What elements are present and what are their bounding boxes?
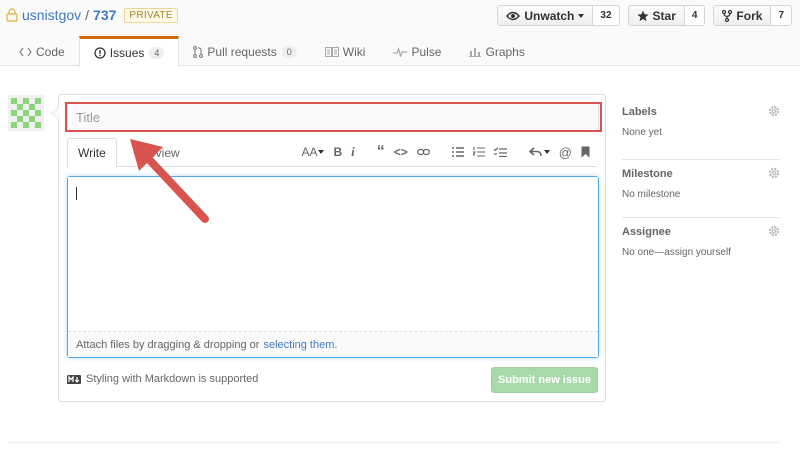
bold-button[interactable]: B xyxy=(330,145,345,159)
repo-actions: Unwatch 32 Star 4 Fork 7 xyxy=(497,5,800,26)
list-unordered-icon xyxy=(451,147,464,157)
link-button[interactable] xyxy=(414,148,433,156)
assignee-value[interactable]: No one—assign yourself xyxy=(622,247,731,258)
issues-count-badge: 4 xyxy=(149,46,165,59)
reply-icon xyxy=(528,147,542,157)
task-list-button[interactable] xyxy=(491,147,510,157)
sidebar-milestone: Milestone No milestone xyxy=(622,160,780,218)
gear-icon[interactable] xyxy=(768,225,780,237)
issue-icon xyxy=(94,46,106,59)
repo-owner-link[interactable]: usnistgov xyxy=(22,7,81,23)
milestone-value: No milestone xyxy=(622,189,681,200)
tab-pull-requests[interactable]: Pull requests 0 xyxy=(179,36,310,67)
fork-button[interactable]: Fork xyxy=(713,5,772,26)
watch-count[interactable]: 32 xyxy=(593,5,620,26)
task-list-icon xyxy=(493,147,507,157)
list-ordered-icon xyxy=(472,147,485,157)
graph-icon xyxy=(469,48,482,57)
comment-body-field[interactable]: Attach files by dragging & dropping or s… xyxy=(67,176,599,358)
tab-pulse[interactable]: Pulse xyxy=(379,36,455,67)
repo-name-link[interactable]: 737 xyxy=(93,7,116,23)
tab-wiki-label: Wiki xyxy=(342,44,366,59)
tab-code[interactable]: Code xyxy=(5,36,79,67)
tab-pulse-label: Pulse xyxy=(411,44,442,59)
code-button[interactable]: <> xyxy=(391,145,411,159)
repo-header: usnistgov / 737 PRIVATE Unwatch 32 Star xyxy=(0,0,800,67)
lock-icon xyxy=(6,8,18,22)
fork-count[interactable]: 7 xyxy=(771,5,792,26)
text-size-label: AA xyxy=(301,145,318,159)
reply-button[interactable] xyxy=(526,147,553,157)
new-issue-form: Title Write Preview AA B i “ <> @ Attach… xyxy=(51,94,606,402)
fork-icon xyxy=(722,9,733,22)
italic-button[interactable]: i xyxy=(348,144,358,160)
tab-issues-label: Issues xyxy=(109,45,145,60)
comment-textarea[interactable] xyxy=(68,177,598,333)
gear-icon[interactable] xyxy=(768,105,780,117)
chevron-down-icon xyxy=(318,150,325,154)
quote-button[interactable]: “ xyxy=(374,143,388,161)
star-group: Star 4 xyxy=(627,5,706,26)
sidebar-labels: Labels None yet xyxy=(622,102,780,160)
pulls-count-badge: 0 xyxy=(281,45,297,58)
bookmark-button[interactable] xyxy=(578,146,593,158)
star-count[interactable]: 4 xyxy=(684,5,706,26)
issue-sidebar: Labels None yet Milestone No milestone A… xyxy=(622,102,780,276)
star-button[interactable]: Star xyxy=(627,5,685,26)
repo-nav: Code Issues 4 Pull requests 0 Wiki Pulse… xyxy=(5,36,539,67)
tab-issues[interactable]: Issues 4 xyxy=(78,36,180,67)
tab-pull-requests-label: Pull requests xyxy=(207,44,277,59)
pull-request-icon xyxy=(193,45,204,58)
chevron-down-icon xyxy=(543,150,550,154)
wiki-icon xyxy=(324,46,339,57)
tab-preview[interactable]: Preview xyxy=(127,138,190,168)
tab-graphs-label: Graphs xyxy=(485,44,525,59)
labels-heading: Labels xyxy=(622,106,657,118)
unordered-list-button[interactable] xyxy=(449,147,467,157)
text-size-button[interactable]: AA xyxy=(298,145,327,159)
sidebar-assignee: Assignee No one—assign yourself xyxy=(622,218,780,276)
labels-value: None yet xyxy=(622,127,663,138)
assignee-heading: Assignee xyxy=(622,226,671,238)
avatar[interactable] xyxy=(8,95,44,131)
attach-text: Attach files by dragging & dropping or xyxy=(76,338,260,351)
link-icon xyxy=(416,148,430,156)
footer-divider xyxy=(8,442,780,443)
markdown-toolbar: AA B i “ <> @ xyxy=(298,142,593,162)
star-label: Star xyxy=(652,8,676,23)
ordered-list-button[interactable] xyxy=(470,147,488,157)
eye-icon xyxy=(506,11,521,20)
star-icon xyxy=(636,10,649,21)
chevron-down-icon xyxy=(578,13,585,18)
tab-write[interactable]: Write xyxy=(67,138,117,168)
watch-group: Unwatch 32 xyxy=(497,5,620,26)
repo-title: usnistgov / 737 PRIVATE xyxy=(6,6,178,24)
file-attach-bar[interactable]: Attach files by dragging & dropping or s… xyxy=(68,331,598,357)
editor-tabs: Write Preview AA B i “ <> @ xyxy=(67,138,597,168)
fork-group: Fork 7 xyxy=(713,5,792,26)
markdown-icon xyxy=(67,374,81,384)
pulse-icon xyxy=(393,46,408,57)
watch-button[interactable]: Unwatch xyxy=(497,5,594,26)
submit-issue-button[interactable]: Submit new issue xyxy=(491,367,598,393)
markdown-note-text: Styling with Markdown is supported xyxy=(86,373,259,385)
repo-separator: / xyxy=(85,7,90,23)
text-cursor xyxy=(76,187,77,200)
mention-button[interactable]: @ xyxy=(556,145,575,160)
bookmark-icon xyxy=(581,146,590,158)
fork-label: Fork xyxy=(736,8,763,23)
markdown-help[interactable]: Styling with Markdown is supported xyxy=(67,373,258,385)
select-files-link[interactable]: selecting them xyxy=(263,339,334,351)
milestone-heading: Milestone xyxy=(622,168,673,180)
gear-icon[interactable] xyxy=(768,167,780,179)
tab-wiki[interactable]: Wiki xyxy=(311,36,380,67)
tab-code-label: Code xyxy=(36,44,65,59)
private-badge: PRIVATE xyxy=(124,7,178,23)
tab-graphs[interactable]: Graphs xyxy=(455,36,538,67)
watch-label: Unwatch xyxy=(524,8,575,23)
attach-end: . xyxy=(334,338,338,351)
code-icon xyxy=(19,47,32,56)
title-input[interactable]: Title xyxy=(67,103,599,131)
